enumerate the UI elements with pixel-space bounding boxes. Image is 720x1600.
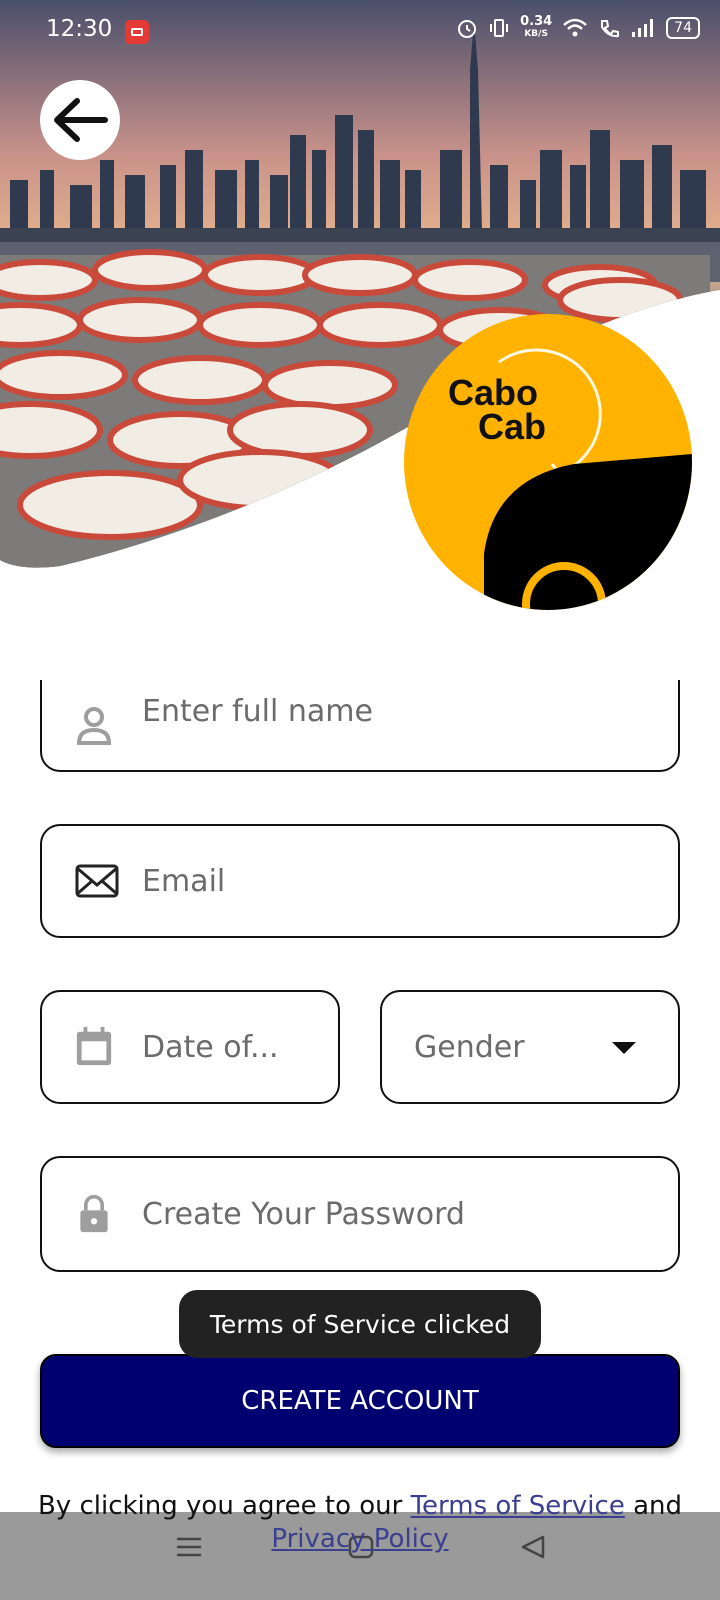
gender-placeholder: Gender	[414, 1029, 525, 1065]
date-of-birth-field[interactable]: Date of...	[40, 990, 340, 1104]
net-speed: 0.34 KB/S	[520, 14, 553, 40]
email-field[interactable]: Email	[40, 824, 680, 938]
terms-and: and	[624, 1491, 683, 1521]
full-name-field[interactable]: Enter full name	[40, 680, 680, 772]
dob-placeholder: Date of...	[142, 1029, 279, 1065]
battery-indicator: 74	[666, 17, 700, 39]
envelope-icon	[75, 864, 119, 898]
toast-message: Terms of Service clicked	[179, 1290, 541, 1358]
logo-text: Cabo Cab	[448, 372, 547, 447]
full-name-placeholder: Enter full name	[142, 694, 373, 729]
alarm-icon	[458, 20, 477, 38]
password-field[interactable]: Create Your Password	[40, 1156, 680, 1272]
email-placeholder: Email	[142, 863, 226, 899]
terms-prefix: By clicking you agree to our	[37, 1491, 411, 1521]
wifi-icon	[563, 18, 588, 37]
create-account-button[interactable]: CREATE ACCOUNT	[40, 1354, 680, 1448]
status-bar: 12:30 0.34 KB/S 74	[0, 0, 720, 64]
dropdown-arrow-icon	[612, 1042, 636, 1054]
signal-icon	[632, 19, 654, 37]
screen-record-icon	[125, 20, 149, 44]
status-time: 12:30	[46, 16, 113, 42]
vibrate-icon	[490, 19, 509, 37]
terms-of-service-link[interactable]: Terms of Service	[411, 1491, 625, 1521]
cabo-cab-logo: Cabo Cab	[404, 314, 692, 610]
password-placeholder: Create Your Password	[142, 1196, 465, 1232]
wifi-call-icon	[601, 20, 620, 38]
gender-select[interactable]: Gender	[380, 990, 680, 1104]
status-icons: 0.34 KB/S 74	[456, 14, 700, 40]
logo-line-1: Cabo	[448, 372, 538, 413]
calendar-icon	[76, 1027, 112, 1066]
lock-icon	[80, 1194, 108, 1233]
back-button[interactable]	[40, 80, 120, 160]
logo-line-2: Cab	[478, 406, 547, 447]
net-speed-value: 0.34	[520, 14, 553, 29]
terms-text: By clicking you agree to our Terms of Se…	[0, 1490, 720, 1556]
speech-bubble-icon	[484, 348, 692, 610]
person-icon	[76, 707, 112, 745]
privacy-policy-link[interactable]: Privacy Policy	[271, 1524, 448, 1554]
arrow-left-icon	[54, 98, 108, 142]
net-speed-unit: KB/S	[524, 29, 548, 39]
